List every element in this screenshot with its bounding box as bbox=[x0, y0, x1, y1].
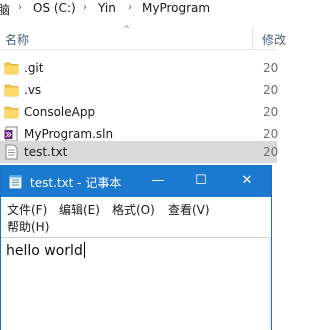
file-date: 20 bbox=[263, 127, 279, 141]
notepad-window: test.txt - 记事本 — ☐ ✕ 文件(F) 编辑(E) 格式(O) 查… bbox=[0, 165, 272, 330]
file-row-vs[interactable]: .vs 20 bbox=[0, 79, 279, 101]
close-button[interactable]: ✕ bbox=[233, 171, 261, 191]
visual-studio-solution-icon bbox=[4, 126, 18, 142]
minimize-button[interactable]: — bbox=[144, 171, 172, 191]
chevron-right-icon[interactable]: › bbox=[128, 2, 132, 13]
window-title: test.txt - 记事本 bbox=[30, 176, 122, 190]
menu-help[interactable]: 帮助(H) bbox=[7, 218, 49, 235]
column-divider[interactable] bbox=[252, 27, 253, 49]
file-name: .vs bbox=[24, 83, 42, 97]
chevron-right-icon[interactable]: › bbox=[83, 2, 87, 13]
text-file-icon bbox=[5, 144, 18, 160]
breadcrumb-myprogram[interactable]: MyProgram bbox=[142, 1, 210, 15]
folder-icon bbox=[4, 106, 19, 119]
file-date: 20 bbox=[263, 145, 279, 159]
folder-icon bbox=[4, 62, 19, 75]
file-name: ConsoleApp bbox=[24, 105, 96, 119]
editor-content[interactable]: hello world bbox=[6, 242, 85, 259]
breadcrumb: 脑 › OS (C:) › Yin › MyProgram bbox=[0, 0, 277, 17]
column-header: 名称 ^ 修改 bbox=[0, 25, 286, 50]
text-caret bbox=[83, 242, 85, 258]
menu-view[interactable]: 查看(V) bbox=[168, 201, 210, 218]
file-date: 20 bbox=[263, 83, 279, 97]
notepad-titlebar[interactable]: test.txt - 记事本 — ☐ ✕ bbox=[1, 166, 271, 197]
file-date: 20 bbox=[263, 61, 279, 75]
menu-file[interactable]: 文件(F) bbox=[7, 201, 47, 218]
chevron-right-icon[interactable]: › bbox=[18, 2, 22, 13]
file-row-consoleapp[interactable]: ConsoleApp 20 bbox=[0, 101, 279, 123]
menu-edit[interactable]: 编辑(E) bbox=[59, 201, 100, 218]
file-row-git[interactable]: .git 20 bbox=[0, 57, 279, 79]
breadcrumb-prefix[interactable]: 脑 bbox=[0, 1, 10, 18]
maximize-button[interactable]: ☐ bbox=[187, 171, 215, 191]
folder-icon bbox=[4, 84, 19, 97]
vertical-scrollbar[interactable] bbox=[269, 237, 271, 329]
file-name: test.txt bbox=[24, 145, 68, 159]
file-row-test-txt[interactable]: test.txt 20 bbox=[0, 141, 279, 163]
file-name: MyProgram.sln bbox=[24, 127, 114, 141]
menu-bar: 文件(F) 编辑(E) 格式(O) 查看(V) 帮助(H) bbox=[1, 197, 271, 237]
breadcrumb-yin[interactable]: Yin bbox=[98, 1, 116, 15]
breadcrumb-os-c[interactable]: OS (C:) bbox=[33, 1, 76, 15]
file-date: 20 bbox=[263, 105, 279, 119]
text-editor-area[interactable]: hello world bbox=[1, 237, 271, 330]
file-name: .git bbox=[24, 61, 44, 75]
column-name[interactable]: 名称 bbox=[5, 31, 29, 48]
notepad-app-icon[interactable] bbox=[9, 174, 23, 189]
file-explorer: 脑 › OS (C:) › Yin › MyProgram 名称 ^ 修改 .g… bbox=[0, 0, 286, 165]
editor-text: hello world bbox=[6, 243, 83, 259]
menu-format[interactable]: 格式(O) bbox=[112, 201, 155, 218]
column-date-modified[interactable]: 修改 bbox=[262, 31, 286, 48]
sort-ascending-icon: ^ bbox=[123, 25, 131, 35]
